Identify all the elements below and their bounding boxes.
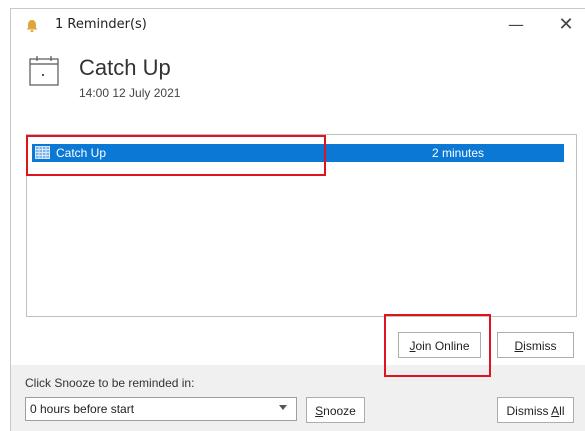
calendar-icon [29,56,59,86]
reminder-list[interactable]: Catch Up 2 minutes [26,134,577,317]
reminder-subject: Catch Up [79,55,171,80]
list-item[interactable]: Catch Up 2 minutes [32,144,564,162]
dismiss-all-button[interactable]: Dismiss All [497,397,574,423]
title-bar: 1 Reminder(s) — ✕ [11,9,585,39]
chevron-down-icon [279,405,287,410]
reminder-window: 1 Reminder(s) — ✕ Catch Up 14:00 12 July… [10,8,585,431]
bell-icon [26,20,38,32]
snooze-mnemonic: S [315,404,324,418]
snooze-time-select[interactable]: 0 hours before start [25,397,297,421]
reminder-datetime: 14:00 12 July 2021 [79,86,181,100]
dismiss-label: ismiss [523,339,557,353]
dismiss-mnemonic: D [514,339,524,353]
join-online-label: oin Online [415,339,470,353]
dismiss-all-mnemonic: A [551,404,560,418]
snooze-panel: Click Snooze to be reminded in: 0 hours … [11,365,585,431]
snooze-button[interactable]: Snooze [306,397,365,423]
minimize-button[interactable]: — [496,11,536,39]
snooze-label: Click Snooze to be reminded in: [25,376,195,390]
dismiss-all-label-rest: ll [559,404,565,418]
dismiss-button[interactable]: Dismiss [497,332,574,358]
snooze-button-label: nooze [323,404,356,418]
list-item-due: 2 minutes [432,146,485,160]
snooze-time-value: 0 hours before start [30,402,135,416]
join-online-button[interactable]: Join Online [398,332,481,358]
calendar-grid-icon [35,146,50,159]
window-title: 1 Reminder(s) [55,17,147,32]
dismiss-all-label: Dismiss [506,404,552,418]
list-item-subject: Catch Up [56,146,107,160]
top-bleed [0,0,585,8]
close-button[interactable]: ✕ [546,11,585,39]
